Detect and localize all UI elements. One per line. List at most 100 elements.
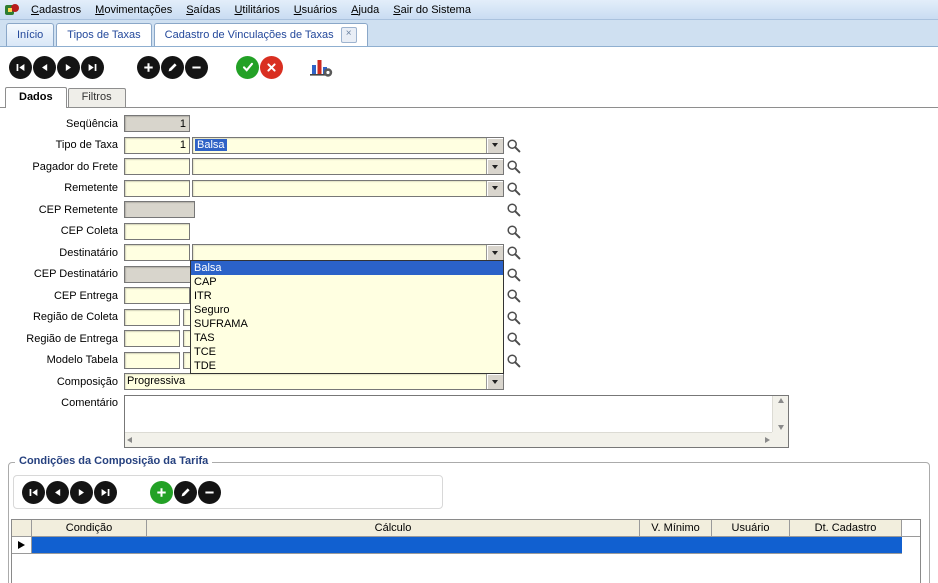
minus-icon	[205, 491, 214, 493]
composicao-combo[interactable]: Progressiva	[124, 373, 504, 391]
grid-nav-prev-button[interactable]	[46, 480, 69, 504]
cep-entrega-field[interactable]	[124, 287, 190, 305]
composicao-label: Composição	[56, 375, 118, 388]
grid-delete-button[interactable]	[198, 480, 221, 504]
previous-record-icon	[55, 488, 61, 496]
comentario-textarea[interactable]	[125, 396, 772, 432]
report-chart-button[interactable]	[307, 54, 335, 80]
menu-ajuda[interactable]: Ajuda	[344, 1, 386, 19]
confirm-button[interactable]	[236, 55, 259, 79]
add-button[interactable]	[137, 55, 160, 79]
tipo-taxa-combo-value: Balsa	[193, 138, 486, 153]
lookup-cep-coleta-button[interactable]	[506, 224, 522, 240]
lookup-pagador-frete-button[interactable]	[506, 159, 522, 175]
lookup-regiao-coleta-button[interactable]	[506, 310, 522, 326]
grid-header-usuario[interactable]: Usuário	[712, 520, 790, 537]
cep-destinatario-field[interactable]	[124, 265, 195, 283]
grid-header-condicao[interactable]: Condição	[32, 520, 147, 537]
destinatario-code-field[interactable]	[124, 244, 190, 262]
lookup-remetente-button[interactable]	[506, 181, 522, 197]
nav-next-button[interactable]	[57, 55, 80, 79]
cep-coleta-field[interactable]	[124, 222, 190, 240]
modelo-tabela-code-field[interactable]	[124, 351, 180, 369]
dropdown-item-cap[interactable]: CAP	[191, 275, 503, 289]
remetente-combo-arrow[interactable]	[486, 180, 503, 196]
sequencia-field[interactable]	[124, 115, 190, 133]
dropdown-item-suframa[interactable]: SUFRAMA	[191, 317, 503, 331]
regiao-entrega-code-field[interactable]	[124, 330, 180, 348]
comentario-vscrollbar[interactable]	[772, 395, 788, 432]
tipo-taxa-combo[interactable]: Balsa	[192, 136, 504, 154]
grid-edit-button[interactable]	[174, 480, 197, 504]
destinatario-combo-arrow[interactable]	[486, 245, 503, 261]
grid-nav-first-button[interactable]	[22, 480, 45, 504]
lookup-tipo-taxa-button[interactable]	[506, 138, 522, 154]
grid-nav-next-button[interactable]	[70, 480, 93, 504]
remetente-combo[interactable]	[192, 179, 504, 197]
menu-saidas[interactable]: Saídas	[179, 1, 227, 19]
scroll-down-icon[interactable]	[777, 424, 784, 430]
nav-prev-button[interactable]	[33, 55, 56, 79]
lookup-destinatario-button[interactable]	[506, 245, 522, 261]
pagador-frete-combo[interactable]	[192, 158, 504, 176]
row-pagador-frete: Pagador do Frete	[0, 156, 938, 178]
dropdown-item-seguro[interactable]: Seguro	[191, 303, 503, 317]
composicao-combo-value: Progressiva	[127, 375, 186, 388]
destinatario-combo[interactable]	[192, 244, 504, 262]
tab-cadastro-vinculacoes[interactable]: Cadastro de Vinculações de Taxas ×	[153, 23, 368, 46]
lookup-cep-entrega-button[interactable]	[506, 288, 522, 304]
tab-dados[interactable]: Dados	[5, 87, 67, 108]
lookup-cep-destinatario-button[interactable]	[506, 267, 522, 283]
plus-icon	[144, 62, 153, 72]
row-indicator-cell	[12, 537, 32, 554]
scroll-up-icon[interactable]	[777, 397, 784, 403]
menu-usuarios[interactable]: Usuários	[287, 1, 344, 19]
menu-sair[interactable]: Sair do Sistema	[386, 1, 478, 19]
selected-row-cells[interactable]	[32, 537, 902, 554]
grid-add-button[interactable]	[150, 480, 173, 504]
tab-tipos-de-taxas[interactable]: Tipos de Taxas	[56, 23, 152, 46]
menu-cadastros[interactable]: Cadastros	[24, 1, 88, 19]
dropdown-item-tce[interactable]: TCE	[191, 345, 503, 359]
delete-button[interactable]	[185, 55, 208, 79]
cancel-button[interactable]	[260, 55, 283, 79]
cep-remetente-field[interactable]	[124, 201, 195, 219]
grid-header-indicator	[12, 520, 32, 537]
nav-first-button[interactable]	[9, 55, 32, 79]
tab-filtros[interactable]: Filtros	[67, 88, 126, 107]
lookup-cep-remetente-button[interactable]	[506, 202, 522, 218]
grid-header-calculo[interactable]: Cálculo	[147, 520, 640, 537]
scroll-right-icon[interactable]	[765, 436, 770, 443]
tipo-taxa-code-field[interactable]	[124, 136, 190, 154]
tab-inicio[interactable]: Início	[6, 23, 55, 46]
grid-header-v-minimo[interactable]: V. Mínimo	[640, 520, 712, 537]
grid-nav-last-button[interactable]	[94, 480, 117, 504]
grid-selected-row[interactable]	[12, 537, 920, 554]
lookup-regiao-entrega-button[interactable]	[506, 331, 522, 347]
remetente-label: Remetente	[64, 182, 118, 195]
comentario-hscrollbar[interactable]	[125, 431, 772, 447]
tipo-taxa-combo-arrow[interactable]	[486, 137, 503, 153]
nav-last-button[interactable]	[81, 55, 104, 79]
dropdown-item-balsa[interactable]: Balsa	[191, 261, 503, 275]
remetente-code-field[interactable]	[124, 179, 190, 197]
scroll-left-icon[interactable]	[127, 436, 132, 443]
pencil-icon	[181, 487, 190, 496]
grid-header-row: Condição Cálculo V. Mínimo Usuário Dt. C…	[12, 520, 920, 537]
edit-button[interactable]	[161, 55, 184, 79]
tab-bar: Início Tipos de Taxas Cadastro de Vincul…	[0, 20, 938, 47]
tab-close-icon[interactable]: ×	[340, 27, 357, 43]
pagador-frete-code-field[interactable]	[124, 158, 190, 176]
pagador-frete-combo-arrow[interactable]	[486, 159, 503, 175]
regiao-coleta-code-field[interactable]	[124, 308, 180, 326]
composicao-combo-arrow[interactable]	[486, 374, 503, 390]
dropdown-item-itr[interactable]: ITR	[191, 289, 503, 303]
dropdown-item-tas[interactable]: TAS	[191, 331, 503, 345]
lookup-modelo-tabela-button[interactable]	[506, 353, 522, 369]
menu-utilitarios[interactable]: Utilitários	[227, 1, 286, 19]
menu-movimentacoes[interactable]: Movimentações	[88, 1, 179, 19]
dropdown-item-tde[interactable]: TDE	[191, 359, 503, 373]
chevron-down-icon	[492, 143, 498, 148]
grid-header-dt-cadastro[interactable]: Dt. Cadastro	[790, 520, 902, 537]
detail-tab-strip: Dados Filtros	[0, 87, 938, 108]
